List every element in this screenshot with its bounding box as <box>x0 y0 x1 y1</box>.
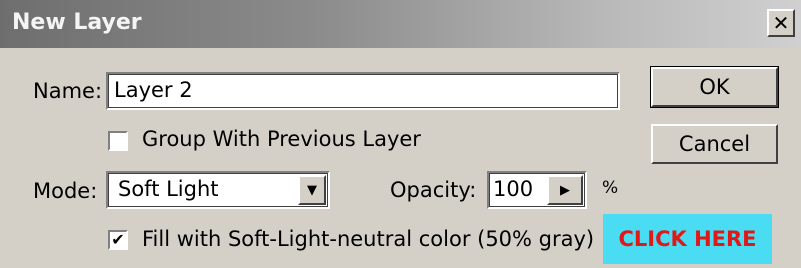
opacity-value: 100 <box>493 177 534 201</box>
mode-select[interactable]: Soft Light ▼ <box>106 171 330 209</box>
fill-neutral-color-checkbox[interactable]: ✔ <box>108 230 128 250</box>
checkmark-icon: ✔ <box>111 230 125 249</box>
dialog-title-bar: New Layer ✕ <box>0 0 801 48</box>
opacity-label: Opacity: <box>390 178 477 202</box>
ok-button-label: OK <box>699 75 730 99</box>
mode-label: Mode: <box>33 179 98 203</box>
cancel-button-label: Cancel <box>678 132 751 156</box>
opacity-field[interactable]: 100 ▶ <box>487 171 587 209</box>
click-here-callout: CLICK HERE <box>603 214 772 264</box>
chevron-down-icon: ▼ <box>307 182 317 198</box>
cancel-button[interactable]: Cancel <box>651 124 778 164</box>
name-label: Name: <box>33 79 103 103</box>
group-with-previous-label: Group With Previous Layer <box>142 127 421 151</box>
close-icon: ✕ <box>772 11 790 35</box>
fill-neutral-color-label: Fill with Soft-Light-neutral color (50% … <box>142 227 595 251</box>
opacity-unit: % <box>602 178 619 198</box>
group-with-previous-checkbox[interactable] <box>108 131 128 151</box>
ok-button[interactable]: OK <box>650 66 779 108</box>
dialog-title: New Layer <box>12 10 142 35</box>
mode-dropdown-button[interactable]: ▼ <box>298 175 326 205</box>
name-input-value: Layer 2 <box>114 78 193 102</box>
triangle-right-icon: ▶ <box>560 182 570 198</box>
opacity-slider-button[interactable]: ▶ <box>547 175 583 205</box>
mode-select-value: Soft Light <box>118 177 219 201</box>
click-here-text: CLICK HERE <box>618 227 757 251</box>
name-input[interactable]: Layer 2 <box>106 72 620 110</box>
close-button[interactable]: ✕ <box>767 9 795 37</box>
